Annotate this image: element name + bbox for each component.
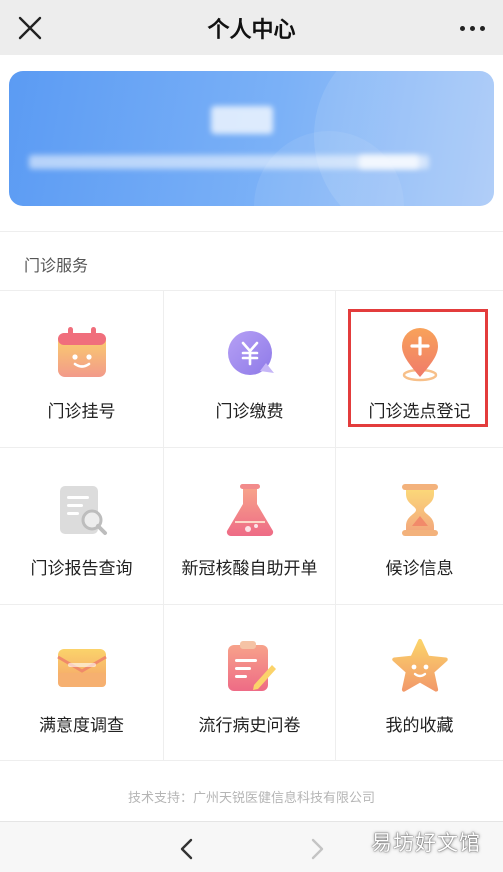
location-plus-icon (401, 328, 438, 382)
service-outpatient-payment[interactable]: 门诊缴费 (164, 291, 336, 448)
star-icon (391, 639, 448, 692)
service-label: 满意度调查 (39, 716, 124, 736)
page-title: 个人中心 (207, 17, 296, 43)
user-id-blurred (359, 155, 419, 169)
service-label: 我的收藏 (385, 716, 454, 736)
clipboard-icon (227, 641, 276, 691)
tech-support-text: 技术支持：广州天锐医健信息科技有限公司 (127, 791, 375, 806)
browser-nav-bar: 易坊好文馆 (0, 821, 503, 872)
close-icon[interactable] (14, 12, 46, 44)
watermark: 易坊好文馆 (371, 831, 481, 855)
service-report-query[interactable]: 门诊报告查询 (0, 448, 164, 605)
service-epidemiology-questionnaire[interactable]: 流行病史问卷 (164, 605, 336, 761)
service-label: 候诊信息 (385, 559, 454, 579)
profile-section (0, 55, 503, 231)
section-header: 门诊服务 (0, 231, 503, 291)
service-waiting-info[interactable]: 候诊信息 (336, 448, 503, 605)
service-label: 门诊选点登记 (368, 402, 471, 422)
section-title: 门诊服务 (24, 256, 89, 275)
calendar-icon (57, 327, 106, 377)
flask-icon (226, 484, 273, 537)
top-bar: 个人中心 (0, 0, 503, 55)
footer: 技术支持：广州天锐医健信息科技有限公司 (0, 761, 503, 821)
service-satisfaction-survey[interactable]: 满意度调查 (0, 605, 164, 761)
user-name-blurred (211, 106, 273, 134)
profile-card[interactable] (9, 71, 494, 206)
service-label: 门诊挂号 (47, 402, 116, 422)
service-label: 新冠核酸自助开单 (181, 559, 318, 579)
payment-icon (227, 331, 274, 375)
hourglass-icon (401, 484, 438, 536)
forward-icon[interactable] (302, 834, 332, 864)
more-icon[interactable] (455, 12, 489, 44)
service-label: 门诊报告查询 (30, 559, 133, 579)
service-outpatient-checkin[interactable]: 门诊选点登记 (336, 291, 503, 448)
service-outpatient-registration[interactable]: 门诊挂号 (0, 291, 164, 448)
service-my-favorites[interactable]: 我的收藏 (336, 605, 503, 761)
service-label: 流行病史问卷 (198, 716, 301, 736)
service-grid: 门诊挂号 门诊缴费 门诊选点登记 门诊报告查询 新冠核酸自助开单 候诊信息 满意… (0, 291, 503, 761)
envelope-icon (56, 649, 107, 687)
back-icon[interactable] (172, 834, 202, 864)
service-covid-test-order[interactable]: 新冠核酸自助开单 (164, 448, 336, 605)
report-search-icon (59, 486, 107, 535)
service-label: 门诊缴费 (215, 402, 284, 422)
